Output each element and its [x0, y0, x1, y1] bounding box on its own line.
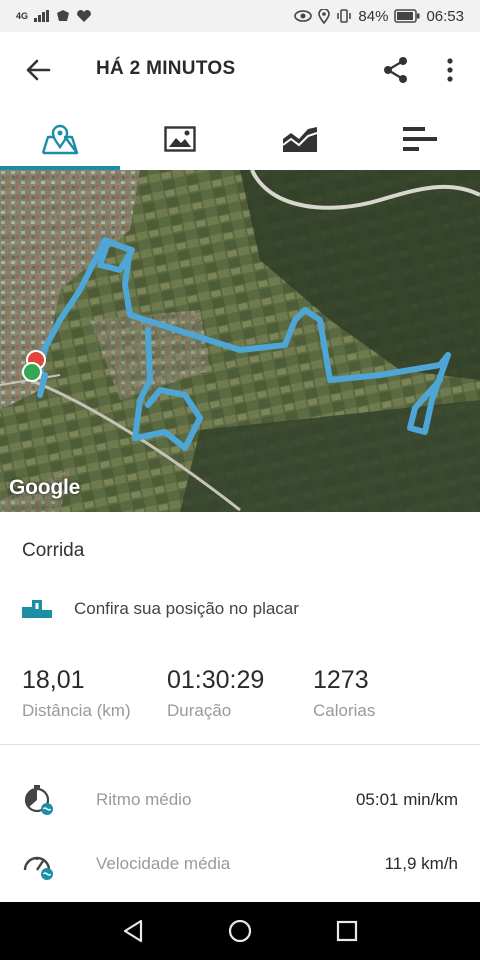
nav-recents-button[interactable] — [327, 911, 367, 951]
tab-laps[interactable] — [360, 108, 480, 170]
more-options-button[interactable] — [436, 54, 464, 86]
photo-icon — [164, 126, 196, 152]
leaderboard-text: Confira sua posição no placar — [74, 599, 299, 618]
system-nav-bar — [0, 902, 480, 960]
location-icon — [318, 8, 331, 24]
chart-icon — [282, 127, 318, 152]
distance-value: 18,01 — [22, 666, 85, 694]
square-recents-icon — [336, 920, 357, 942]
triangle-back-icon — [124, 919, 143, 943]
duration-label: Duração — [167, 701, 232, 720]
vibrate-icon — [337, 9, 352, 23]
calories-value: 1273 — [313, 666, 369, 694]
duration-value: 01:30:29 — [167, 666, 265, 694]
network-type: 4G — [16, 10, 29, 21]
calories-label: Calorias — [313, 701, 376, 720]
google-attribution: Google — [9, 476, 81, 499]
back-button[interactable] — [22, 54, 54, 86]
map-icon — [41, 124, 79, 155]
nav-home-button[interactable] — [220, 911, 260, 951]
distance-label: Distância (km) — [22, 701, 131, 720]
stat-calories: 1273 Calorias — [313, 666, 375, 721]
heart-icon — [77, 10, 91, 22]
shield-icon — [57, 10, 70, 21]
app-bar: HÁ 2 MINUTOS — [0, 32, 480, 108]
nav-back-button[interactable] — [113, 911, 153, 951]
battery-icon — [394, 9, 420, 23]
clock: 06:53 — [426, 7, 464, 25]
eye-icon — [294, 10, 313, 22]
speed-value: 11,9 km/h — [384, 854, 458, 873]
tab-photos[interactable] — [120, 108, 240, 170]
stat-duration: 01:30:29 Duração — [167, 666, 264, 721]
signal-icon — [34, 10, 50, 22]
metric-pace: Ritmo médio 05:01 min/km — [22, 780, 458, 820]
status-bar: 4G 84% 06:53 — [0, 0, 480, 32]
activity-type: Corrida — [22, 540, 85, 561]
tab-bar — [0, 108, 480, 170]
tab-charts[interactable] — [240, 108, 360, 170]
share-icon — [384, 57, 407, 83]
tab-map[interactable] — [0, 108, 120, 170]
status-right: 84% 06:53 — [294, 8, 464, 25]
circle-home-icon — [228, 919, 252, 943]
route-track — [22, 237, 451, 451]
more-vert-icon — [447, 58, 453, 82]
stat-distance: 18,01 Distância (km) — [22, 666, 131, 721]
leaderboard-link[interactable]: Confira sua posição no placar — [22, 594, 462, 624]
pace-icon — [22, 784, 54, 816]
route-map[interactable]: Google — [0, 170, 480, 512]
pace-value: 05:01 min/km — [355, 790, 458, 809]
speedometer-icon — [22, 848, 54, 880]
pace-label: Ritmo médio — [96, 790, 192, 809]
battery-percent: 84% — [358, 7, 389, 25]
share-button[interactable] — [380, 54, 412, 86]
page-title: HÁ 2 MINUTOS — [96, 58, 236, 79]
speed-label: Velocidade média — [96, 854, 231, 873]
metric-speed: Velocidade média 11,9 km/h — [22, 844, 458, 884]
status-left: 4G — [16, 9, 92, 23]
divider — [0, 744, 480, 745]
podium-icon — [22, 600, 52, 618]
laps-icon — [403, 127, 437, 151]
arrow-left-icon — [26, 59, 51, 81]
